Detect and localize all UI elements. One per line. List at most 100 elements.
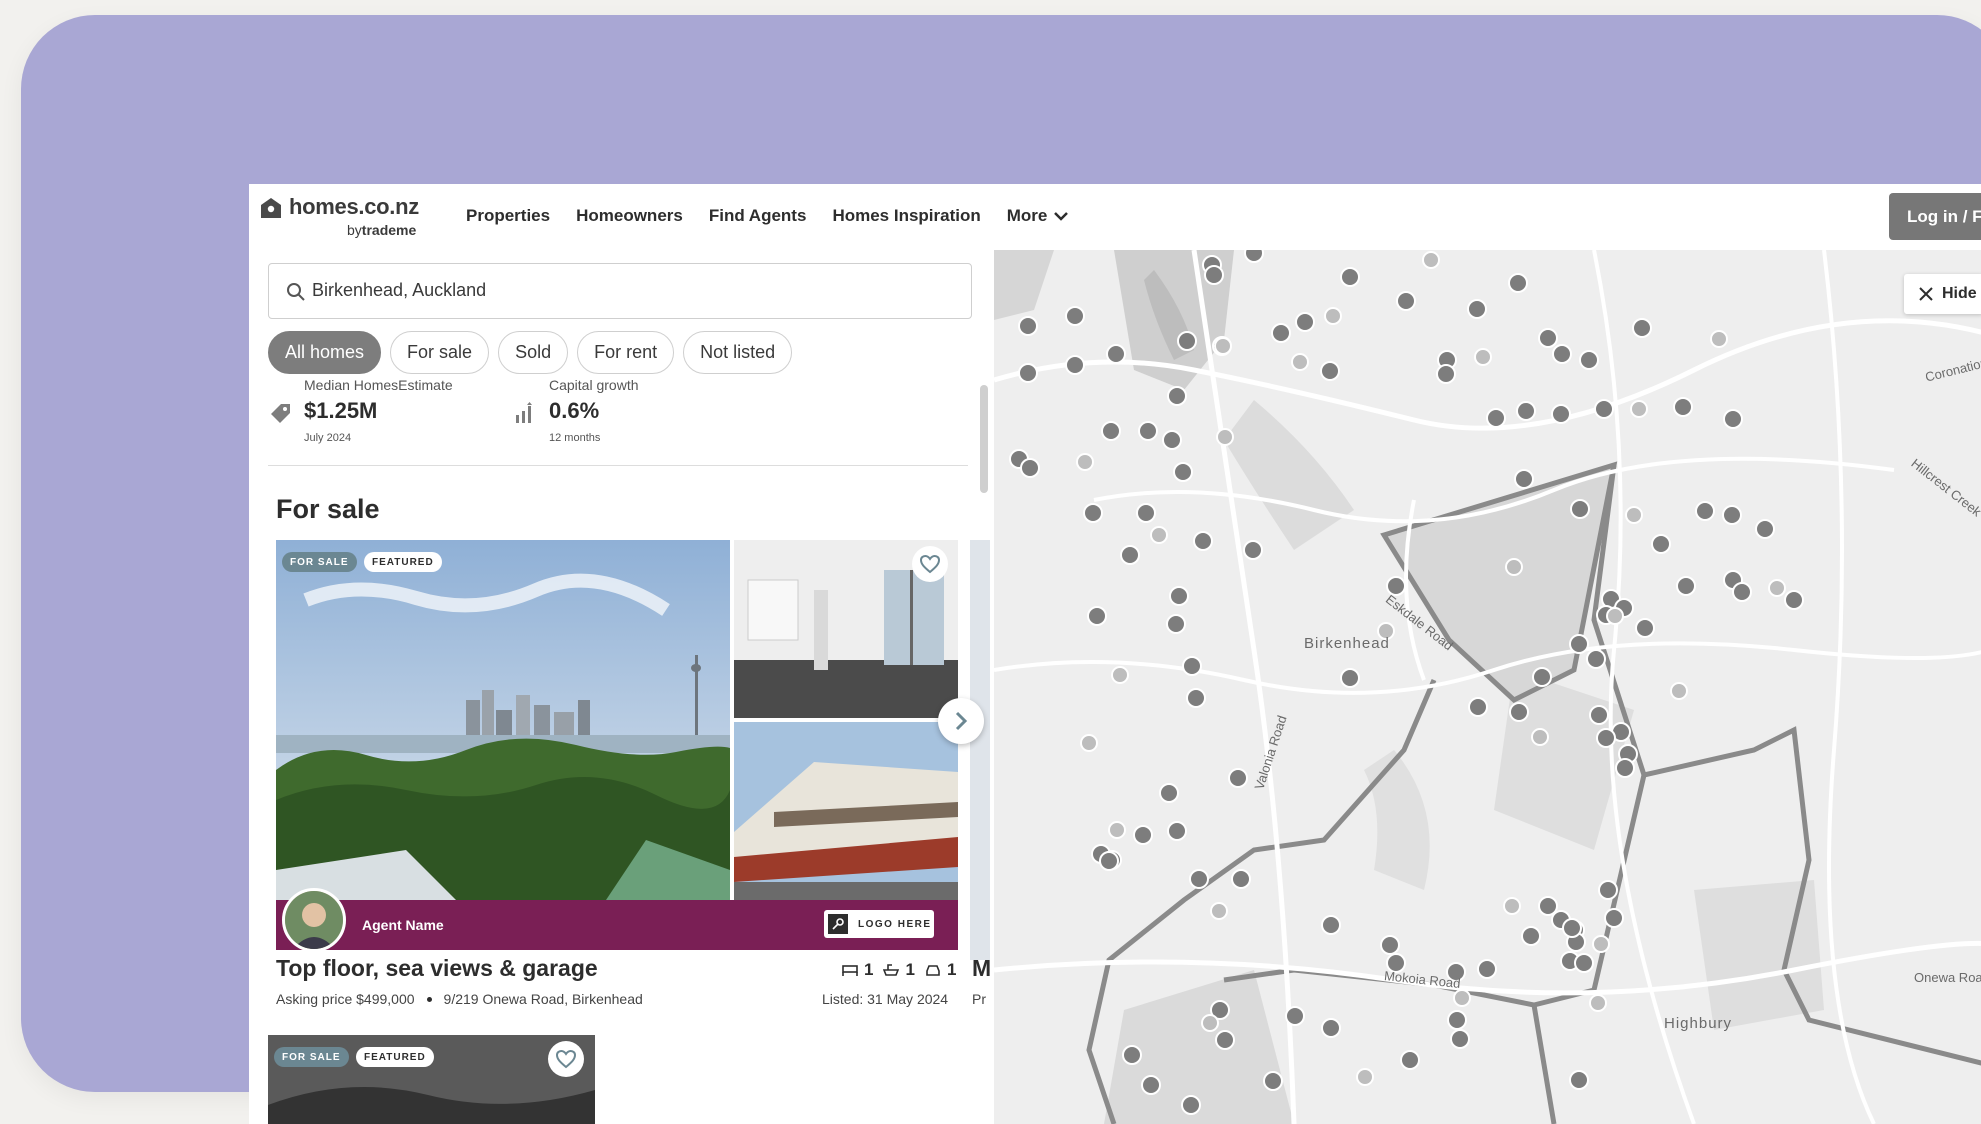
property-marker[interactable]: [1514, 469, 1534, 489]
property-marker[interactable]: [1477, 959, 1497, 979]
property-marker[interactable]: [1193, 531, 1213, 551]
property-marker[interactable]: [1635, 618, 1655, 638]
property-marker[interactable]: [1138, 421, 1158, 441]
property-marker[interactable]: [1508, 273, 1528, 293]
property-marker[interactable]: [1579, 350, 1599, 370]
property-marker[interactable]: [1087, 606, 1107, 626]
property-marker[interactable]: [1141, 1075, 1161, 1095]
property-marker[interactable]: [1291, 353, 1309, 371]
property-marker[interactable]: [1436, 364, 1456, 384]
listing-title[interactable]: Top floor, sea views & garage: [276, 955, 598, 982]
property-marker[interactable]: [1569, 1070, 1589, 1090]
property-marker[interactable]: [1295, 312, 1315, 332]
property-marker[interactable]: [1453, 989, 1471, 1007]
property-marker[interactable]: [1604, 908, 1624, 928]
property-marker[interactable]: [1710, 330, 1728, 348]
property-marker[interactable]: [1099, 851, 1119, 871]
property-marker[interactable]: [1182, 656, 1202, 676]
property-marker[interactable]: [1673, 397, 1693, 417]
property-marker[interactable]: [1503, 897, 1521, 915]
property-marker[interactable]: [1320, 361, 1340, 381]
property-marker[interactable]: [1755, 519, 1775, 539]
listing-photo-main[interactable]: FOR SALE FEATURED: [276, 540, 730, 900]
property-marker[interactable]: [1486, 408, 1506, 428]
property-marker[interactable]: [1538, 328, 1558, 348]
agent-banner[interactable]: Agent Name LOGO HERE: [276, 888, 958, 952]
map-canvas[interactable]: [994, 250, 1981, 1124]
property-marker[interactable]: [1594, 399, 1614, 419]
property-marker[interactable]: [1210, 902, 1228, 920]
property-marker[interactable]: [1625, 506, 1643, 524]
property-marker[interactable]: [1596, 728, 1616, 748]
listing-photo-exterior[interactable]: [734, 722, 958, 900]
chip-for-rent[interactable]: For rent: [577, 331, 675, 374]
property-marker[interactable]: [1570, 499, 1590, 519]
listing-photo-interior[interactable]: [734, 540, 958, 718]
property-marker[interactable]: [1386, 576, 1406, 596]
property-marker[interactable]: [1732, 582, 1752, 602]
login-button[interactable]: Log in / F: [1889, 193, 1981, 240]
property-marker[interactable]: [1080, 734, 1098, 752]
property-marker[interactable]: [1243, 540, 1263, 560]
property-marker[interactable]: [1169, 586, 1189, 606]
property-marker[interactable]: [1723, 409, 1743, 429]
property-marker[interactable]: [1552, 344, 1572, 364]
property-marker[interactable]: [1574, 953, 1594, 973]
property-marker[interactable]: [1474, 348, 1492, 366]
property-marker[interactable]: [1215, 1030, 1235, 1050]
property-marker[interactable]: [1768, 579, 1786, 597]
property-marker[interactable]: [1422, 251, 1440, 269]
property-marker[interactable]: [1150, 526, 1168, 544]
property-marker[interactable]: [1133, 825, 1153, 845]
property-marker[interactable]: [1201, 1014, 1219, 1032]
property-marker[interactable]: [1676, 576, 1696, 596]
property-marker[interactable]: [1177, 331, 1197, 351]
chip-sold[interactable]: Sold: [498, 331, 569, 374]
property-marker[interactable]: [1538, 896, 1558, 916]
favourite-button[interactable]: [912, 546, 948, 582]
property-marker[interactable]: [1447, 1010, 1467, 1030]
property-marker[interactable]: [1228, 768, 1248, 788]
chip-all-homes[interactable]: All homes: [268, 331, 382, 374]
favourite-button[interactable]: [548, 1041, 584, 1077]
property-marker[interactable]: [1516, 401, 1536, 421]
property-marker[interactable]: [1122, 1045, 1142, 1065]
property-marker[interactable]: [1784, 590, 1804, 610]
property-marker[interactable]: [1695, 501, 1715, 521]
property-marker[interactable]: [1244, 250, 1264, 263]
property-marker[interactable]: [1509, 702, 1529, 722]
nav-find-agents[interactable]: Find Agents: [709, 206, 807, 226]
property-marker[interactable]: [1722, 505, 1742, 525]
property-marker[interactable]: [1531, 728, 1549, 746]
site-logo[interactable]: homes.co.nz bytrademe: [259, 194, 429, 240]
property-marker[interactable]: [1467, 299, 1487, 319]
property-marker[interactable]: [1380, 935, 1400, 955]
property-marker[interactable]: [1083, 503, 1103, 523]
property-marker[interactable]: [1216, 428, 1234, 446]
search-input[interactable]: Birkenhead, Auckland: [312, 280, 486, 301]
property-marker[interactable]: [1186, 688, 1206, 708]
listing-card[interactable]: FOR SALE FEATURED Agent Name LOGO HERE: [276, 540, 994, 960]
map-view[interactable]: Coronation Road Hillcrest Creek Eskdale …: [994, 250, 1981, 1124]
property-marker[interactable]: [1589, 705, 1609, 725]
property-marker[interactable]: [1468, 697, 1488, 717]
property-marker[interactable]: [1356, 1068, 1374, 1086]
property-marker[interactable]: [1159, 783, 1179, 803]
property-marker[interactable]: [1615, 758, 1635, 778]
property-marker[interactable]: [1630, 400, 1648, 418]
property-marker[interactable]: [1214, 337, 1232, 355]
property-marker[interactable]: [1018, 363, 1038, 383]
property-marker[interactable]: [1606, 607, 1624, 625]
property-marker[interactable]: [1551, 404, 1571, 424]
property-marker[interactable]: [1101, 421, 1121, 441]
nav-homes-inspiration[interactable]: Homes Inspiration: [832, 206, 980, 226]
property-marker[interactable]: [1321, 1018, 1341, 1038]
property-marker[interactable]: [1271, 323, 1291, 343]
property-marker[interactable]: [1263, 1071, 1283, 1091]
property-marker[interactable]: [1562, 918, 1582, 938]
property-marker[interactable]: [1189, 869, 1209, 889]
listing-card-2[interactable]: FOR SALE FEATURED: [268, 1035, 595, 1124]
property-marker[interactable]: [1586, 649, 1606, 669]
property-marker[interactable]: [1231, 869, 1251, 889]
nav-more[interactable]: More: [1007, 206, 1070, 226]
